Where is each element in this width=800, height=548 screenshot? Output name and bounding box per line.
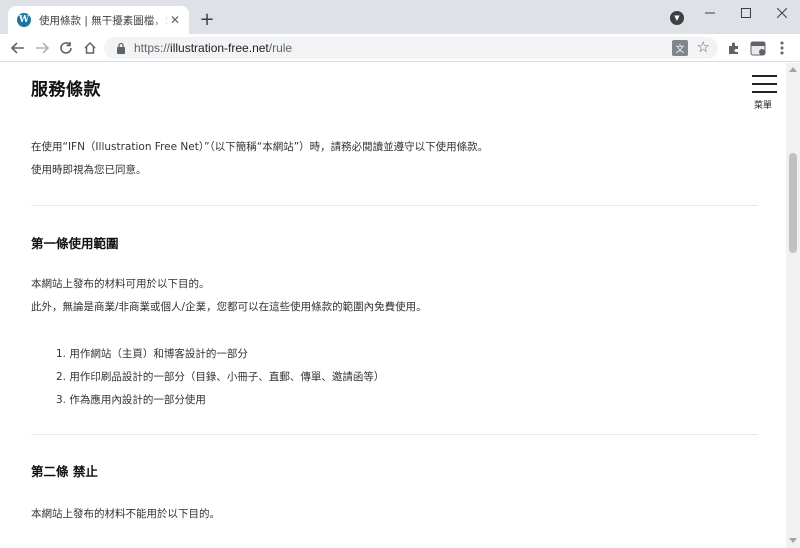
page-scrollbar[interactable]: [786, 63, 800, 548]
calendar-extension-icon[interactable]: [748, 38, 768, 58]
tab-strip: W 使用條款 | 無干擾素圖檔，SVG ✕ + ▼: [0, 0, 800, 34]
forward-arrow-icon[interactable]: [32, 38, 52, 58]
translate-icon[interactable]: 文: [672, 40, 688, 56]
scroll-thumb[interactable]: [789, 153, 797, 253]
url-path: /rule: [268, 41, 293, 55]
maximize-icon[interactable]: [728, 0, 764, 26]
extensions-icon[interactable]: [724, 38, 744, 58]
paragraph-line: 此外，無論是商業/非商業或個人/企業，您都可以在這些使用條款的範圍內免費使用。: [31, 301, 427, 313]
reload-icon[interactable]: [56, 38, 76, 58]
section-divider: [31, 434, 758, 435]
section-paragraph: 本網站上發布的材料可用於以下目的。 此外，無論是商業/非商業或個人/企業，您都可…: [31, 273, 427, 319]
scroll-down-arrow-icon[interactable]: [789, 538, 797, 543]
page-content: 服務條款 菜單 在使用“IFN（Illustration Free Net）”（…: [0, 63, 786, 548]
lock-icon: [117, 42, 125, 54]
home-icon[interactable]: [80, 38, 100, 58]
new-tab-button[interactable]: +: [197, 9, 217, 30]
profile-menu-icon[interactable]: ▼: [670, 11, 684, 25]
more-options-icon[interactable]: [772, 38, 792, 58]
section-heading: 第二條 禁止: [31, 464, 98, 479]
paragraph-line: 本網站上發布的材料可用於以下目的。: [31, 278, 210, 290]
intro-line: 使用時即視為您已同意。: [31, 164, 147, 176]
menu-label: 菜單: [754, 101, 773, 111]
list-item: 1. 用作網站（主頁）和博客設計的一部分: [56, 348, 248, 360]
list-item: 3. 作為應用內設計的一部分使用: [56, 394, 206, 406]
hamburger-icon: [752, 75, 777, 77]
page-title: 服務條款: [31, 80, 101, 100]
section-heading: 第一條使用範圍: [31, 236, 119, 251]
browser-toolbar: https://illustration-free.net/rule 文 ☆: [0, 34, 800, 62]
window-close-icon[interactable]: [764, 0, 800, 26]
address-bar[interactable]: https://illustration-free.net/rule 文 ☆: [104, 37, 718, 59]
browser-tab[interactable]: W 使用條款 | 無干擾素圖檔，SVG ✕: [8, 6, 189, 34]
url-host: illustration-free.net: [170, 41, 269, 55]
scroll-up-arrow-icon[interactable]: [789, 67, 797, 72]
wordpress-icon: W: [17, 13, 31, 27]
usage-list: 1. 用作網站（主頁）和博客設計的一部分 2. 用作印刷品設計的一部分（目錄、小…: [56, 343, 384, 412]
section-paragraph: 本網站上發布的材料不能用於以下目的。: [31, 503, 220, 526]
minimize-icon[interactable]: [692, 0, 728, 26]
url-text: https://illustration-free.net/rule: [134, 41, 292, 55]
intro-paragraph: 在使用“IFN（Illustration Free Net）”（以下簡稱“本網站…: [31, 136, 488, 182]
bookmark-star-icon[interactable]: ☆: [697, 38, 710, 56]
section-divider: [31, 205, 758, 206]
intro-line: 在使用“IFN（Illustration Free Net）”（以下簡稱“本網站…: [31, 141, 489, 153]
url-scheme: https://: [134, 41, 171, 55]
close-tab-icon[interactable]: ✕: [167, 12, 183, 28]
back-arrow-icon[interactable]: [8, 38, 28, 58]
tab-title: 使用條款 | 無干擾素圖檔，SVG: [39, 14, 169, 27]
list-item: 2. 用作印刷品設計的一部分（目錄、小冊子、直郵、傳單、邀請函等）: [56, 371, 385, 383]
paragraph-line: 本網站上發布的材料不能用於以下目的。: [31, 508, 220, 520]
menu-button[interactable]: 菜單: [752, 75, 778, 111]
